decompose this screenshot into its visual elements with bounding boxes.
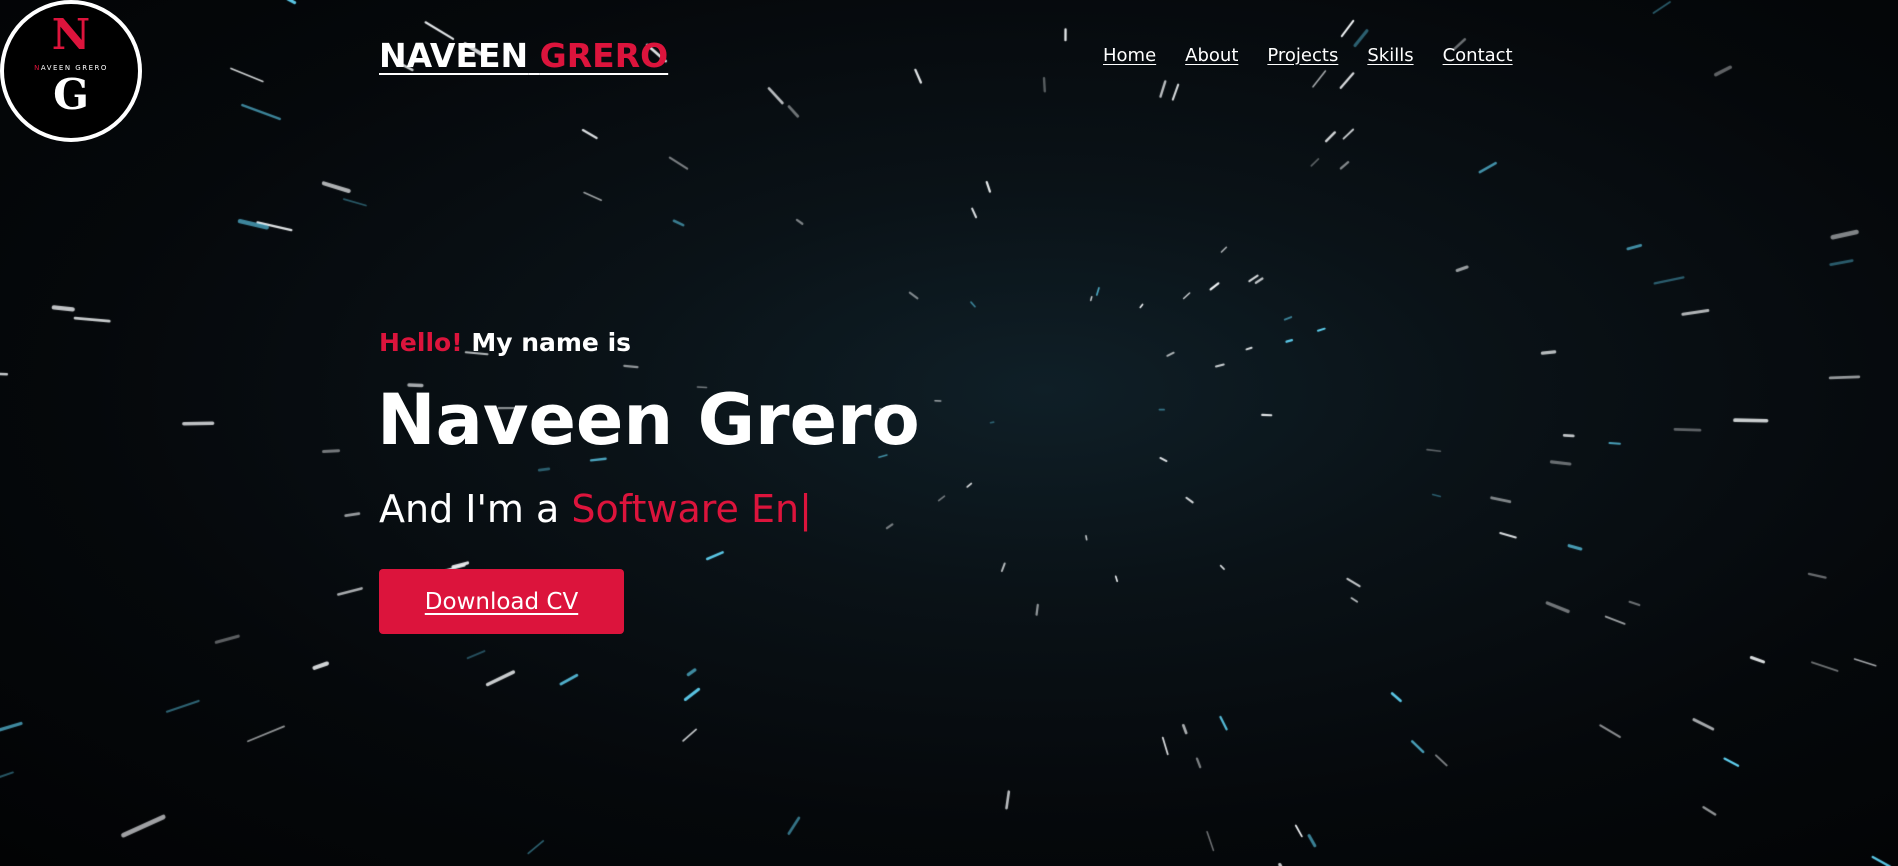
download-cv-button[interactable]: Download CV: [379, 569, 624, 634]
nav-contact[interactable]: Contact: [1443, 45, 1513, 66]
logo-subtitle-initial: N: [34, 64, 41, 72]
starfield-background: [0, 0, 1898, 866]
logo-letter-n: N: [51, 10, 91, 59]
role-typed-text: Software En: [571, 487, 800, 531]
brand-last-name: GRERO: [539, 36, 669, 75]
logo-badge[interactable]: N NAVEEN GRERO G: [0, 0, 142, 142]
brand-title[interactable]: NAVEEN GRERO: [379, 36, 668, 75]
nav-about[interactable]: About: [1185, 45, 1238, 66]
role-prefix: And I'm a: [379, 487, 560, 531]
brand-first-name: NAVEEN: [379, 36, 529, 75]
greeting-hello: Hello!: [379, 328, 463, 357]
typing-cursor: |: [799, 487, 812, 531]
nav-projects[interactable]: Projects: [1267, 45, 1338, 66]
logo-letter-g: G: [53, 70, 89, 119]
greeting-intro: My name is: [471, 328, 632, 357]
nav-skills[interactable]: Skills: [1367, 45, 1413, 66]
greeting: Hello! My name is: [379, 328, 631, 357]
main-nav: Home About Projects Skills Contact: [1103, 45, 1513, 66]
hero-name: Naveen Grero: [377, 379, 920, 461]
hero-section: N NAVEEN GRERO G NAVEEN GRERO Home About…: [0, 0, 1898, 866]
role-line: And I'm a Software En|: [379, 487, 812, 531]
nav-home[interactable]: Home: [1103, 45, 1156, 66]
